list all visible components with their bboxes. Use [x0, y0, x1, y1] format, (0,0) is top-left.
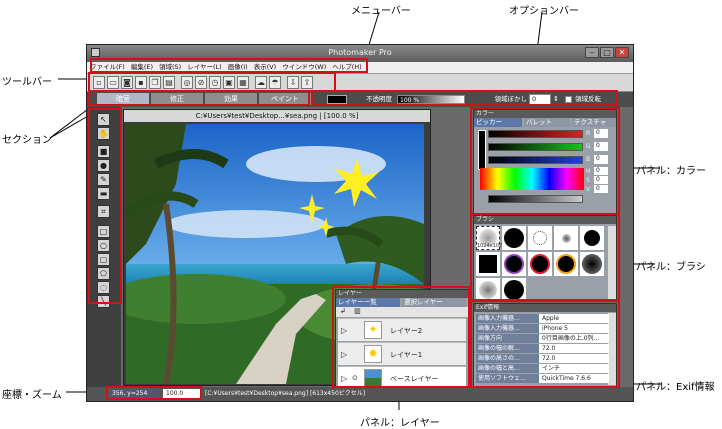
callout-panel-color: パネル：カラー	[636, 166, 706, 177]
maximize-button[interactable]: □	[600, 47, 614, 58]
callout-menubar: メニューバー	[351, 6, 411, 17]
highlight-menubar	[90, 58, 368, 73]
file-path: [C:¥Users¥test¥Desktop¥sea.png] [613x450…	[205, 390, 366, 397]
highlight-layer-panel	[332, 286, 470, 388]
highlight-exif-panel	[470, 300, 620, 388]
callout-panel-exif: パネル：Exif情報	[636, 382, 715, 393]
highlight-brush-panel	[470, 213, 620, 301]
callout-optionbar: オプションバー	[509, 6, 579, 17]
highlight-color-panel	[470, 107, 620, 215]
document-title: C:¥Users¥test¥Desktop...¥sea.png | [100.…	[124, 110, 430, 122]
callout-toolbar: ツールバー	[2, 77, 52, 88]
callout-panel-layer: パネル：レイヤー	[360, 418, 440, 429]
minimize-button[interactable]: –	[585, 47, 599, 58]
close-button[interactable]: ✕	[615, 47, 629, 58]
highlight-toolbar	[88, 72, 336, 92]
window-title: Photomaker Pro	[328, 48, 392, 57]
highlight-coords	[106, 386, 202, 400]
highlight-optionbar	[312, 90, 618, 106]
callout-coords-zoom: 座標・ズーム	[2, 390, 62, 401]
highlight-tools	[88, 108, 122, 304]
callout-panel-brush: パネル：ブラシ	[636, 262, 706, 273]
highlight-section	[88, 90, 310, 106]
callout-section: セクション	[2, 135, 52, 146]
